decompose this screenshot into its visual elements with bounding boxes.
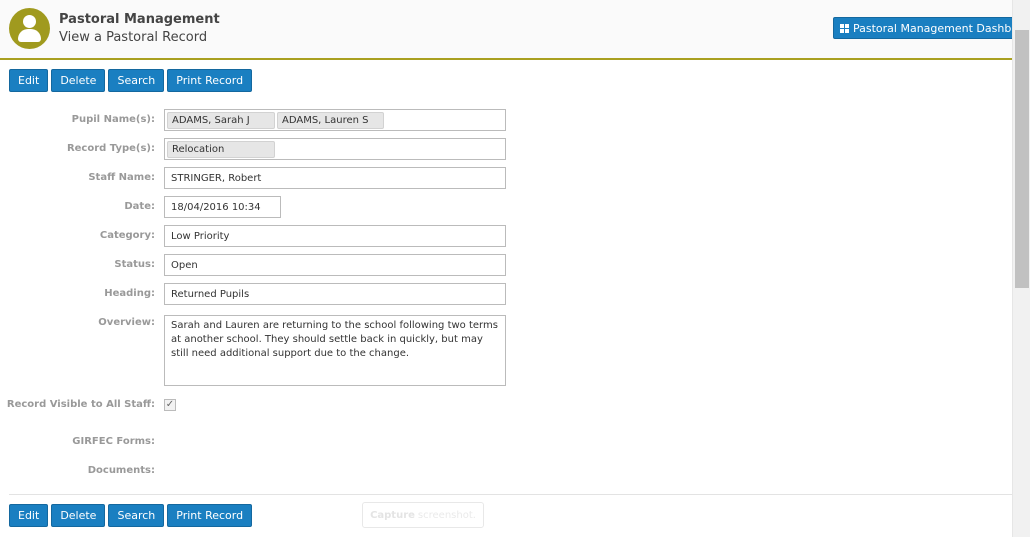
screenshot-label: screenshot. (417, 509, 476, 521)
record-types-field: Relocation (164, 138, 506, 160)
divider (9, 494, 1012, 495)
heading-label: Heading: (104, 288, 155, 299)
girfec-forms-label: GIRFEC Forms: (72, 436, 155, 447)
date-field: 18/04/2016 10:34 (164, 196, 281, 218)
app-title: Pastoral Management (59, 12, 220, 27)
dashboard-grid-icon (840, 23, 849, 33)
overview-label: Overview: (98, 317, 155, 328)
edit-button[interactable]: Edit (9, 504, 49, 527)
staff-name-label: Staff Name: (88, 172, 155, 183)
status-label: Status: (114, 259, 155, 270)
print-record-button[interactable]: Print Record (167, 504, 253, 527)
user-avatar-icon (9, 8, 50, 49)
pupil-tag: ADAMS, Lauren S (277, 111, 384, 129)
print-record-button[interactable]: Print Record (167, 69, 253, 92)
top-toolbar: Edit Delete Search Print Record (9, 69, 253, 92)
staff-name-field: STRINGER, Robert (164, 167, 506, 189)
vertical-scrollbar[interactable] (1012, 0, 1030, 537)
pupil-names-field: ADAMS, Sarah J ADAMS, Lauren S (164, 109, 506, 131)
delete-button[interactable]: Delete (51, 69, 106, 92)
search-button[interactable]: Search (108, 69, 165, 92)
bottom-toolbar: Edit Delete Search Print Record (9, 504, 253, 527)
record-types-label: Record Type(s): (66, 143, 155, 154)
capture-screenshot-button[interactable]: Capture screenshot. (362, 502, 484, 528)
category-label: Category: (99, 230, 155, 241)
documents-label: Documents: (87, 465, 155, 476)
pupil-tag: ADAMS, Sarah J (167, 111, 275, 129)
record-type-tag: Relocation (167, 140, 275, 158)
edit-button[interactable]: Edit (9, 69, 49, 92)
heading-field: Returned Pupils (164, 283, 506, 305)
delete-button[interactable]: Delete (51, 504, 106, 527)
pastoral-dashboard-button[interactable]: Pastoral Management Dashboard (833, 17, 1030, 39)
dashboard-button-label: Pastoral Management Dashboard (853, 21, 1030, 35)
scrollbar-thumb[interactable] (1015, 30, 1029, 288)
pupil-names-label: Pupil Name(s): (71, 114, 155, 125)
status-field: Open (164, 254, 506, 276)
search-button[interactable]: Search (108, 504, 165, 527)
capture-label: Capture (370, 509, 415, 521)
date-label: Date: (124, 201, 155, 212)
record-visible-label: Record Visible to All Staff: (6, 399, 155, 410)
overview-textarea: Sarah and Lauren are returning to the sc… (164, 315, 506, 386)
record-visible-checkbox: ✓ (164, 399, 176, 411)
page-subtitle: View a Pastoral Record (59, 30, 208, 45)
category-field: Low Priority (164, 225, 506, 247)
page-header: Pastoral Management View a Pastoral Reco… (0, 0, 1030, 60)
